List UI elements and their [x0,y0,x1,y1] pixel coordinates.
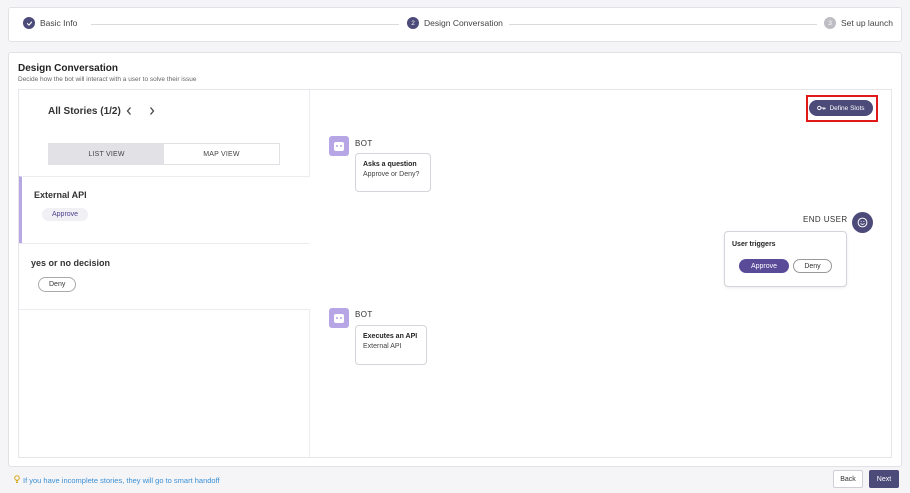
smiley-icon [852,212,873,233]
story-item-yes-or-no[interactable]: yes or no decision Deny [19,243,310,310]
conversation-canvas: Define Slots BOT Asks a question Approve… [310,90,892,457]
step-label: Basic Info [40,18,78,28]
message-text: Approve or Deny? [363,171,420,178]
step-label: Set up launch [841,18,893,28]
story-name: yes or no decision [31,258,111,268]
step-number: 3 [824,17,836,29]
message-title: Executes an API [363,333,418,340]
page-title: Design Conversation [18,63,119,74]
check-icon [23,17,35,29]
message-title: Asks a question [363,161,417,168]
message-text: External API [363,343,402,350]
speaker-label: BOT [355,139,373,148]
chevron-left-icon[interactable] [125,106,133,119]
step-set-up-launch[interactable]: 3 Set up launch [824,17,893,29]
speaker-label: END USER [803,215,848,224]
step-number: 2 [407,17,419,29]
step-label: Design Conversation [424,18,503,28]
list-view-button[interactable]: LIST VIEW [49,144,164,164]
chevron-right-icon[interactable] [148,106,156,119]
map-view-button[interactable]: MAP VIEW [164,144,279,164]
robot-icon [329,308,349,328]
message-title: User triggers [732,241,776,248]
step-connector [91,24,399,25]
user-message-card[interactable]: User triggers Approve Deny [724,231,847,287]
trigger-approve-button[interactable]: Approve [739,259,789,273]
story-chip: Deny [38,277,77,292]
progress-stepper: Basic Info 2 Design Conversation 3 Set u… [8,7,902,42]
story-item-external-api[interactable]: External API Approve [19,176,310,243]
trigger-deny-button[interactable]: Deny [793,259,832,273]
design-conversation-card: Design Conversation Decide how the bot w… [8,52,902,467]
robot-icon [329,136,349,156]
step-design-conversation[interactable]: 2 Design Conversation [407,17,503,29]
stories-panel: All Stories (1/2) LIST VIEW MAP VIEW Ext… [19,90,310,457]
speaker-label: BOT [355,310,373,319]
step-basic-info[interactable]: Basic Info [23,17,77,29]
define-slots-label: Define Slots [829,104,865,112]
define-slots-button[interactable]: Define Slots [809,100,873,116]
view-toggle: LIST VIEW MAP VIEW [48,143,280,165]
step-connector [509,24,817,25]
page-subtitle: Decide how the bot will interact with a … [18,76,197,83]
bot-message-card[interactable]: Asks a question Approve or Deny? [355,153,431,192]
smart-handoff-hint[interactable]: If you have incomplete stories, they wil… [14,475,220,486]
story-name: External API [34,190,87,200]
back-button[interactable]: Back [833,470,863,488]
conversation-workspace: All Stories (1/2) LIST VIEW MAP VIEW Ext… [18,89,892,458]
lightbulb-icon [14,475,20,486]
hint-text: If you have incomplete stories, they wil… [23,476,220,485]
stories-title: All Stories (1/2) [48,106,121,117]
bot-message-card[interactable]: Executes an API External API [355,325,427,365]
story-chip: Approve [42,208,89,221]
next-button[interactable]: Next [869,470,899,488]
key-icon [817,104,827,113]
